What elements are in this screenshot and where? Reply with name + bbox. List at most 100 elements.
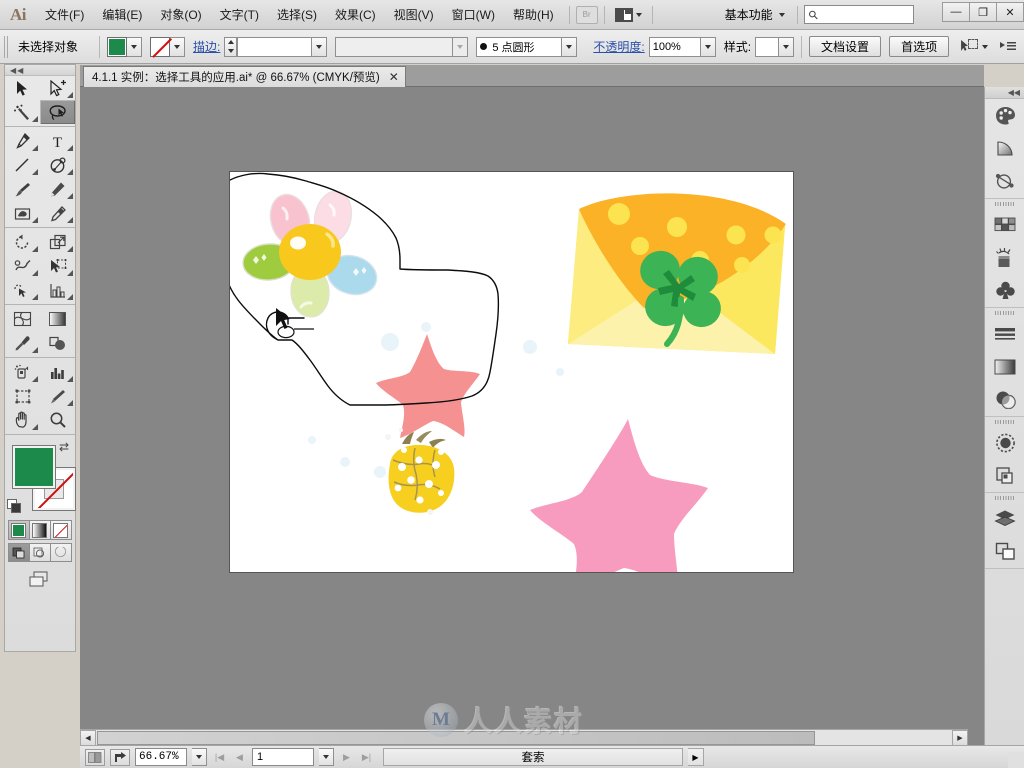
swatches-panel-icon[interactable] [985,208,1024,241]
menu-edit[interactable]: 编辑(E) [93,4,151,26]
document-setup-button[interactable]: 文档设置 [809,36,882,57]
screen-mode-button[interactable] [5,570,75,590]
arrange-documents-button[interactable] [611,7,646,22]
stroke-profile-input[interactable] [335,36,454,57]
share-on-behance-button[interactable] [110,748,130,766]
menu-view[interactable]: 视图(V) [385,4,443,26]
first-page-button[interactable]: |◀ [212,749,227,766]
toolbox-handle[interactable]: ◀◀ [5,65,75,76]
menu-effect[interactable]: 效果(C) [326,4,385,26]
magic-wand-tool[interactable] [5,100,40,124]
none-mode-button[interactable] [49,520,72,540]
brushes-panel-icon[interactable] [985,241,1024,274]
preferences-button[interactable]: 首选项 [889,36,950,57]
gradient-mode-button[interactable] [28,520,51,540]
fill-proxy-swatch[interactable] [12,445,56,489]
horizontal-scroll-thumb[interactable] [97,731,815,745]
document-tab[interactable]: 4.1.1 实例：选择工具的应用.ai* @ 66.67% (CMYK/预览) … [83,66,406,87]
default-fill-stroke-icon[interactable] [7,499,21,513]
fill-swatch[interactable] [107,36,128,57]
pen-tool[interactable] [5,129,40,153]
color-mode-button[interactable] [7,520,30,540]
workspace-switcher[interactable]: 基本功能 [719,6,791,23]
draw-behind-button[interactable] [28,543,51,562]
horizontal-scrollbar[interactable]: ◀ ▶ [80,729,968,746]
direct-selection-tool[interactable] [40,76,75,100]
ellipse-shape-tool[interactable] [40,153,75,177]
menu-window[interactable]: 窗口(W) [443,4,504,26]
draw-inside-button[interactable] [49,543,72,562]
control-panel-menu-button[interactable] [1000,40,1016,54]
eraser-tool[interactable] [40,201,75,225]
close-button[interactable]: ✕ [996,2,1024,22]
menu-select[interactable]: 选择(S) [268,4,326,26]
cut-preview-button[interactable] [85,748,105,766]
dock-expand-handle[interactable]: ◀◀ [985,87,1024,99]
graphic-style-swatch[interactable] [755,36,780,57]
appearance-panel-icon[interactable] [985,165,1024,198]
blob-brush-tool[interactable] [5,201,40,225]
width-warp-tool[interactable] [5,254,40,278]
page-number-dropdown[interactable] [319,748,334,766]
free-transform-tool[interactable] [40,254,75,278]
last-page-button[interactable]: ▶| [359,749,374,766]
shape-builder-tool[interactable] [5,278,40,302]
hand-tool[interactable] [5,408,40,432]
stroke-label[interactable]: 描边: [193,38,220,55]
fill-dropdown-button[interactable] [127,36,143,57]
lasso-tool[interactable] [40,100,75,124]
stroke-weight-dropdown[interactable] [312,36,328,57]
draw-normal-button[interactable] [7,543,30,562]
stroke-weight-stepper[interactable] [224,36,238,57]
selection-tool[interactable] [5,76,40,100]
graph-tool[interactable] [40,278,75,302]
menu-object[interactable]: 对象(O) [151,4,210,26]
graphic-style-dropdown[interactable] [779,36,795,57]
previous-page-button[interactable]: ◀ [232,749,247,766]
paintbrush-tool[interactable] [5,177,40,201]
color-guide-panel-icon[interactable] [985,132,1024,165]
transparency-panel-icon[interactable] [985,383,1024,416]
stroke-swatch[interactable] [150,36,171,57]
zoom-level-dropdown[interactable] [192,748,207,766]
zoom-tool[interactable] [40,408,75,432]
mesh-tool[interactable] [5,307,40,331]
zoom-level-input[interactable]: 66.67% [135,748,187,766]
resize-corner[interactable] [1008,752,1024,768]
menu-file[interactable]: 文件(F) [36,4,93,26]
fill-color-control[interactable] [107,36,143,57]
stroke-panel-icon[interactable] [985,317,1024,350]
eyedropper-tool[interactable] [5,331,40,355]
brush-definition-dropdown[interactable] [562,36,578,57]
pencil-tool[interactable] [40,177,75,201]
select-similar-button[interactable] [961,39,989,54]
symbols-panel-icon[interactable] [985,274,1024,307]
opacity-input[interactable]: 100% [648,36,701,57]
opacity-dropdown[interactable] [700,36,716,57]
stroke-profile-dropdown[interactable] [453,36,469,57]
scale-tool[interactable] [40,230,75,254]
rotate-tool[interactable] [5,230,40,254]
stroke-weight-control[interactable] [224,36,328,57]
slice-tool[interactable] [40,384,75,408]
graphic-style-control[interactable] [755,36,795,57]
bridge-button[interactable]: Br [575,5,598,24]
artboard-tool[interactable] [5,384,40,408]
gradient-tool[interactable] [40,307,75,331]
column-graph-tool[interactable] [40,360,75,384]
type-tool[interactable]: T [40,129,75,153]
line-segment-tool[interactable] [5,153,40,177]
control-bar-grip[interactable] [4,35,10,58]
blend-tool[interactable] [40,331,75,355]
next-page-button[interactable]: ▶ [339,749,354,766]
opacity-control[interactable]: 100% [648,36,716,57]
close-icon[interactable]: ✕ [389,71,399,83]
align-panel-icon[interactable] [985,535,1024,568]
scroll-right-button[interactable]: ▶ [952,730,968,746]
symbol-sprayer-tool[interactable] [5,360,40,384]
page-number-input[interactable]: 1 [252,748,314,766]
status-menu-button[interactable]: ▶ [688,748,704,766]
stroke-color-control[interactable] [150,36,186,57]
graphic-styles-panel-icon[interactable] [985,426,1024,459]
layers-panel-icon[interactable] [985,502,1024,535]
